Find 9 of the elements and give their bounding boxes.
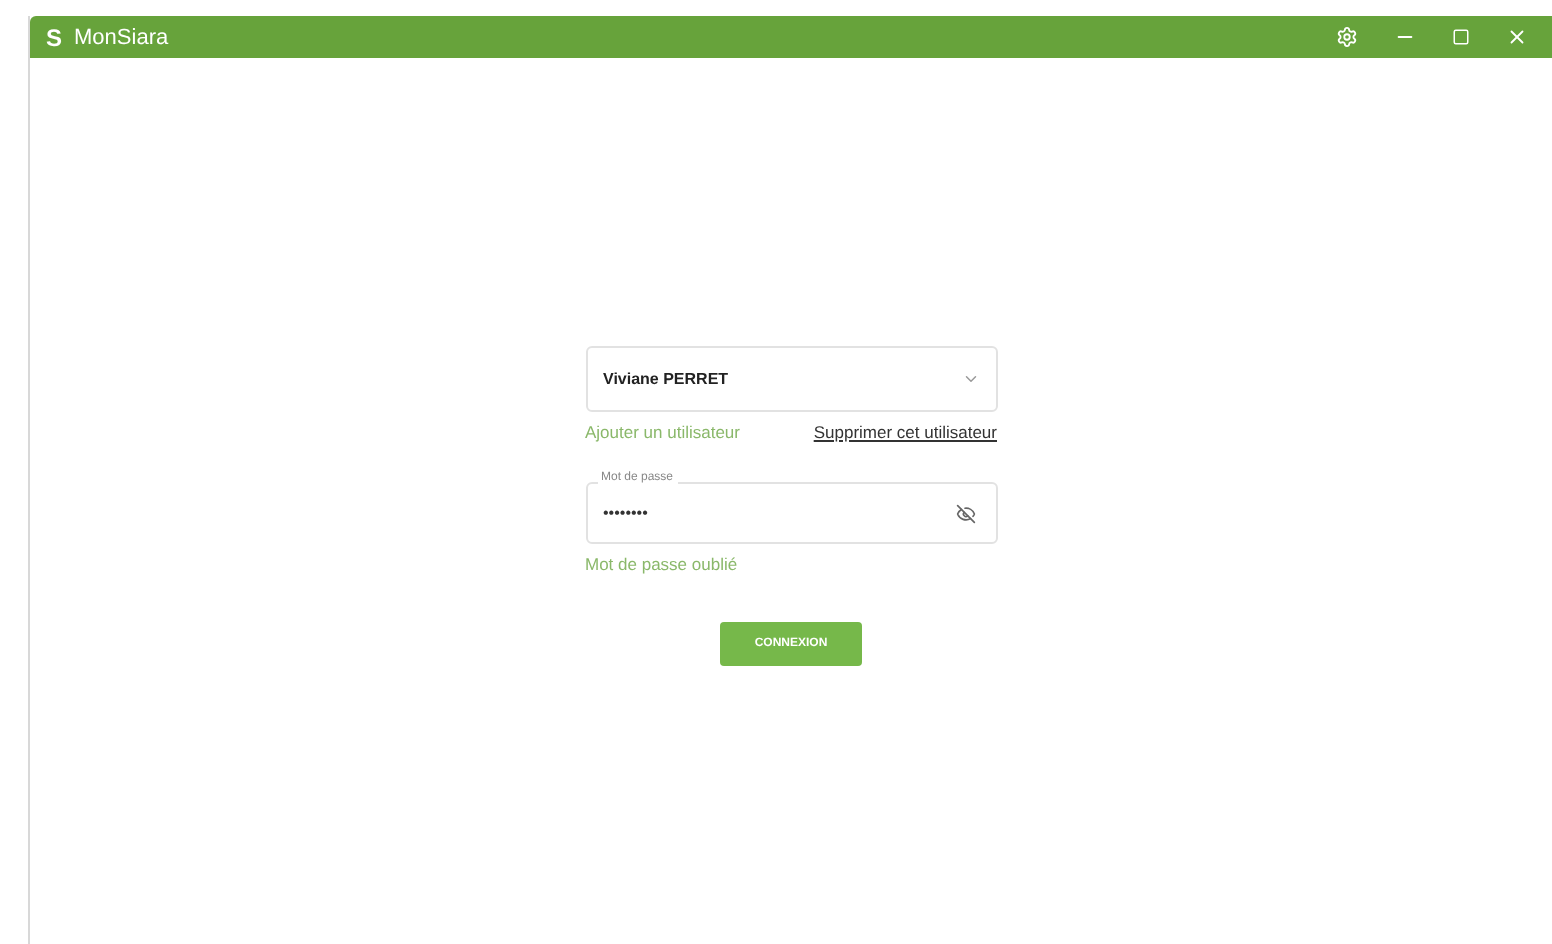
eye-off-icon[interactable] (955, 503, 975, 523)
user-select[interactable]: Viviane PERRET (585, 346, 997, 412)
maximize-icon (1452, 28, 1470, 46)
window-title: MonSiara (74, 25, 171, 49)
remove-user-link[interactable]: Supprimer cet utilisateur (813, 422, 997, 442)
close-icon (1506, 26, 1528, 48)
app-logo: S (46, 23, 63, 51)
chevron-down-icon (961, 370, 979, 388)
settings-icon (1336, 26, 1358, 48)
